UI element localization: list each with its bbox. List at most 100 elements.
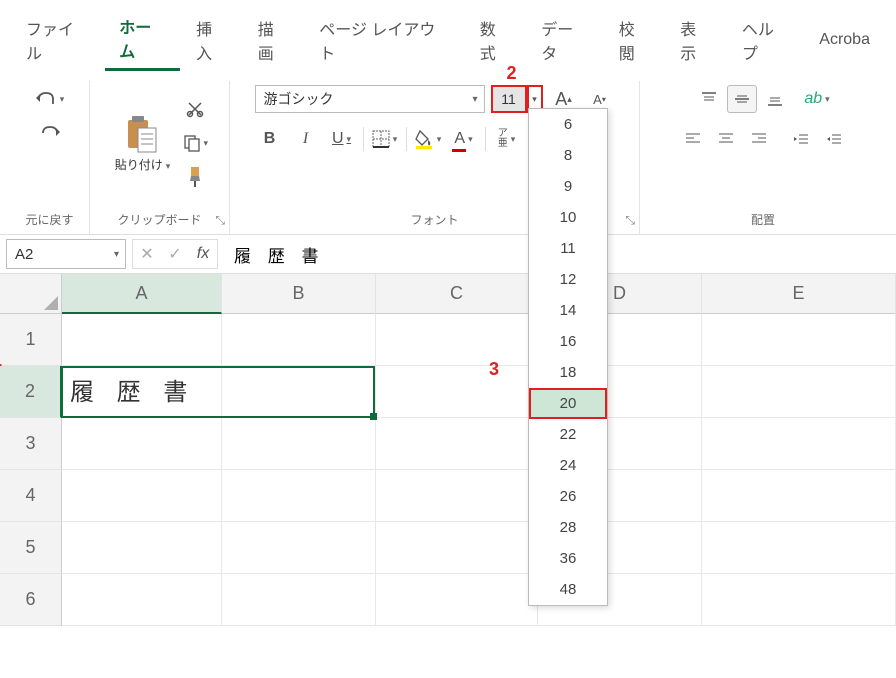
copy-button[interactable] [180,129,210,157]
cell-a6[interactable] [62,574,222,626]
group-label-align: 配置 [751,205,775,234]
clipboard-launcher-icon[interactable]: ⤡ [215,213,225,228]
size-option-12[interactable]: 12 [529,264,607,295]
cell-c3[interactable] [376,418,538,470]
align-center-button[interactable] [711,125,741,153]
menu-help[interactable]: ヘルプ [728,10,803,70]
col-header-b[interactable]: B [222,274,376,314]
phonetic-button[interactable]: ア 亜 [492,125,522,153]
cell-b2[interactable] [222,366,376,418]
cell-a3[interactable] [62,418,222,470]
row-header-6[interactable]: 6 [0,574,62,626]
align-left-button[interactable] [678,125,708,153]
cell-c2[interactable] [376,366,538,418]
size-option-36[interactable]: 36 [529,543,607,574]
size-option-11[interactable]: 11 [529,233,607,264]
menu-data[interactable]: データ [527,10,602,70]
menu-draw[interactable]: 描画 [244,10,304,70]
row-header-3[interactable]: 3 [0,418,62,470]
size-option-9[interactable]: 9 [529,171,607,202]
size-option-6[interactable]: 6 [529,109,607,140]
cell-e1[interactable] [702,314,896,366]
menu-review[interactable]: 校閲 [605,10,665,70]
paste-button[interactable]: 貼り付け [109,110,177,177]
font-size-input[interactable]: 11 [491,85,527,113]
border-button[interactable] [370,125,400,153]
cell-b4[interactable] [222,470,376,522]
cell-e2[interactable] [702,366,896,418]
size-option-10[interactable]: 10 [529,202,607,233]
menu-bar: ファイル ホーム 挿入 描画 ページ レイアウト 数式 データ 校閲 表示 ヘル… [0,0,896,75]
bucket-icon [414,129,434,149]
format-painter-button[interactable] [180,163,210,191]
size-option-20[interactable]: 20 [529,388,607,419]
italic-button[interactable]: I [291,125,321,153]
cell-c4[interactable] [376,470,538,522]
cell-a1[interactable] [62,314,222,366]
font-launcher-icon[interactable]: ⤡ [625,213,635,228]
size-option-24[interactable]: 24 [529,450,607,481]
col-header-a[interactable]: A [62,274,222,314]
orientation-button[interactable]: ab [802,85,832,113]
row-header-1[interactable]: 1 1 [0,314,62,366]
align-right-button[interactable] [744,125,774,153]
align-bottom-button[interactable] [760,85,790,113]
cell-c6[interactable] [376,574,538,626]
col-header-c[interactable]: C [376,274,538,314]
size-option-26[interactable]: 26 [529,481,607,512]
fill-color-button[interactable] [413,125,443,153]
fx-button[interactable]: fx [189,240,217,268]
menu-acrobat[interactable]: Acroba [805,25,884,55]
size-option-8[interactable]: 8 [529,140,607,171]
name-box[interactable]: A2 [6,239,126,269]
annotation-marker-3: 3 [489,359,499,380]
underline-button[interactable]: U [327,125,357,153]
font-color-button[interactable]: A [449,125,479,153]
bold-button[interactable]: B [255,125,285,153]
annotation-marker-2: 2 [507,63,517,84]
row-header-2[interactable]: 2 [0,366,62,418]
cell-e3[interactable] [702,418,896,470]
cancel-formula-button[interactable]: ✕ [133,240,161,268]
cut-button[interactable] [180,95,210,123]
size-option-18[interactable]: 183 [529,357,607,388]
cell-b6[interactable] [222,574,376,626]
cell-e5[interactable] [702,522,896,574]
cell-a4[interactable] [62,470,222,522]
size-option-22[interactable]: 22 [529,419,607,450]
size-option-28[interactable]: 28 [529,512,607,543]
ribbon-group-align: ab 配置 [640,81,886,234]
size-option-48[interactable]: 48 [529,574,607,605]
cell-a5[interactable] [62,522,222,574]
undo-button[interactable] [35,85,65,113]
row-header-5[interactable]: 5 [0,522,62,574]
cell-e6[interactable] [702,574,896,626]
formula-buttons: ✕ ✓ fx [132,239,218,269]
redo-button[interactable] [35,117,65,145]
group-label-font: フォント [410,205,458,234]
align-middle-button[interactable] [727,85,757,113]
cell-b5[interactable] [222,522,376,574]
menu-formulas[interactable]: 数式 [466,10,526,70]
cell-b3[interactable] [222,418,376,470]
col-header-e[interactable]: E [702,274,896,314]
size-option-16[interactable]: 16 [529,326,607,357]
cell-b1[interactable] [222,314,376,366]
decrease-indent-button[interactable] [786,125,816,153]
cell-a2-text: 履 歴 書 [70,372,195,407]
menu-insert[interactable]: 挿入 [182,10,242,70]
font-name-select[interactable]: 游ゴシック [255,85,485,113]
select-all-corner[interactable] [0,274,62,314]
accept-formula-button[interactable]: ✓ [161,240,189,268]
size-option-14[interactable]: 14 [529,295,607,326]
align-top-button[interactable] [694,85,724,113]
menu-home[interactable]: ホーム [105,8,180,71]
cell-c5[interactable] [376,522,538,574]
menu-page-layout[interactable]: ページ レイアウト [305,10,463,70]
cell-e4[interactable] [702,470,896,522]
menu-file[interactable]: ファイル [12,10,103,70]
menu-view[interactable]: 表示 [666,10,726,70]
cell-c1[interactable] [376,314,538,366]
row-header-4[interactable]: 4 [0,470,62,522]
increase-indent-button[interactable] [819,125,849,153]
